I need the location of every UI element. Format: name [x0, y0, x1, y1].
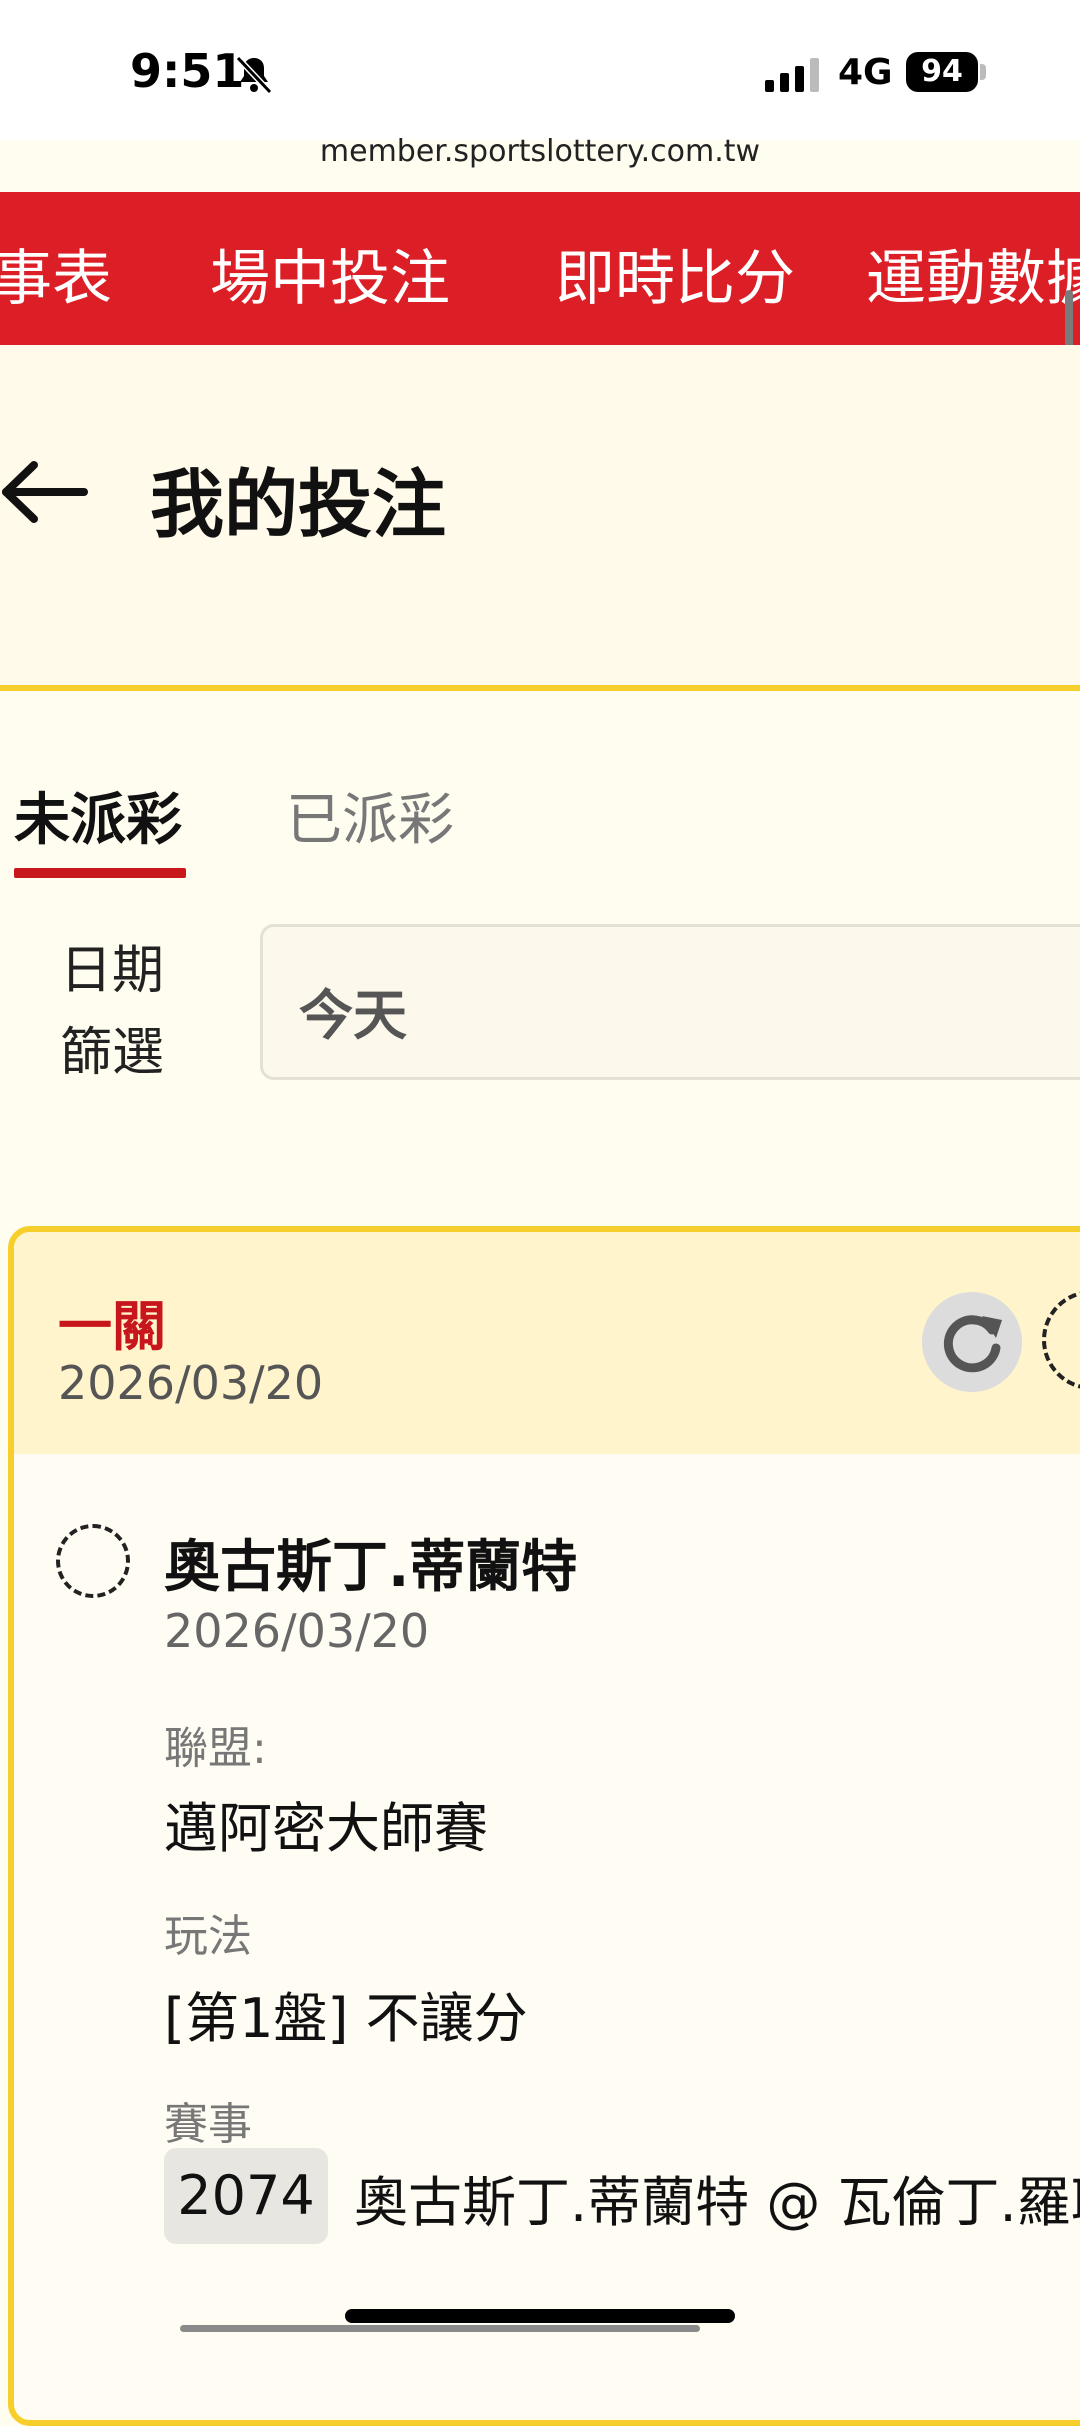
back-arrow-icon[interactable] — [0, 457, 90, 527]
network-type: 4G — [838, 52, 893, 93]
play-type-value: [第1盤] 不讓分 — [164, 1987, 528, 2050]
browser-url[interactable]: member.sportslottery.com.tw — [0, 134, 1080, 169]
bet-card-date: 2026/03/20 — [58, 1356, 324, 1410]
status-pending-icon — [1042, 1290, 1080, 1390]
date-filter-value: 今天 — [299, 984, 407, 1047]
selection-player: 奧古斯丁.蒂蘭特 — [164, 1535, 578, 1600]
nav-item-schedule[interactable]: 事表 — [0, 230, 112, 317]
match-label: 賽事 — [164, 2099, 252, 2150]
tab-unsettled[interactable]: 未派彩 — [14, 775, 182, 856]
silent-bell-icon — [235, 55, 273, 95]
match-code-badge: 2074 — [164, 2148, 328, 2244]
status-time: 9:51 — [130, 44, 245, 98]
top-nav: 事表 場中投注 即時比分 運動數據 — [0, 192, 1080, 345]
page-header: 我的投注 — [0, 345, 1080, 691]
bet-type: 一關 — [58, 1295, 166, 1358]
status-bar: 9:51 4G 94 member.sportslottery.com.tw — [0, 0, 1080, 169]
cellular-signal-icon — [765, 58, 819, 92]
bet-card[interactable]: 一關 2026/03/20 奧古斯丁.蒂蘭特 2026/03/20 聯盟: 邁阿… — [8, 1226, 1080, 2426]
battery-tip — [980, 64, 986, 80]
match-name: 奧古斯丁.蒂蘭特 @ 瓦倫丁.羅耶 — [354, 2171, 1080, 2234]
tab-settled[interactable]: 已派彩 — [286, 775, 454, 856]
selection-status-icon — [56, 1524, 130, 1598]
date-filter-select[interactable]: 今天 — [260, 924, 1080, 1080]
page-title: 我的投注 — [150, 462, 446, 548]
nav-item-live-scores[interactable]: 即時比分 — [555, 230, 795, 317]
date-filter-label: 日期 篩選 — [59, 941, 164, 1083]
refresh-icon[interactable] — [922, 1292, 1022, 1392]
horizontal-scrollbar[interactable] — [180, 2325, 700, 2332]
home-indicator[interactable] — [345, 2309, 735, 2323]
league-value: 邁阿密大師賽 — [164, 1797, 488, 1860]
play-type-label: 玩法 — [164, 1911, 252, 1962]
bet-card-header: 一關 2026/03/20 — [14, 1232, 1080, 1454]
league-label: 聯盟: — [164, 1723, 267, 1774]
nav-item-live-betting[interactable]: 場中投注 — [210, 230, 450, 317]
active-tab-indicator — [14, 868, 186, 878]
battery-icon: 94 — [906, 52, 978, 92]
nav-item-sports-data[interactable]: 運動數據 — [866, 230, 1080, 317]
selection-date: 2026/03/20 — [164, 1604, 430, 1658]
